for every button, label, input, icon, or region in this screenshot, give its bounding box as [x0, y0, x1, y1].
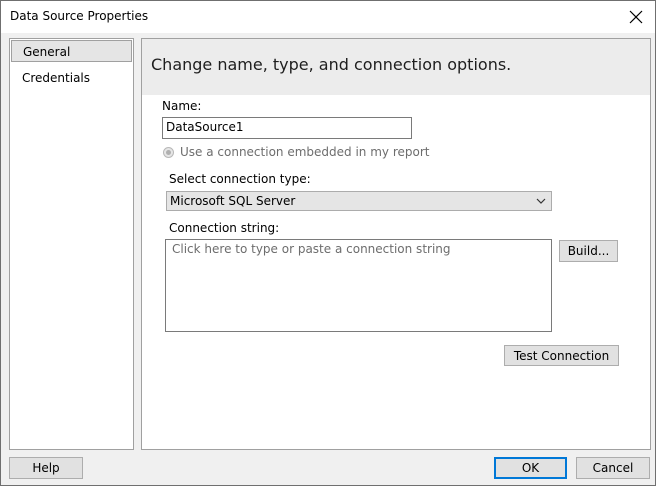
help-button[interactable]: Help: [9, 457, 83, 479]
title-bar: Data Source Properties: [1, 1, 655, 33]
chevron-down-icon: [536, 198, 546, 204]
embedded-connection-label: Use a connection embedded in my report: [180, 145, 430, 159]
panel-header: Change name, type, and connection option…: [142, 39, 650, 95]
name-field[interactable]: DataSource1: [162, 117, 412, 139]
connection-type-select[interactable]: Microsoft SQL Server: [166, 191, 552, 211]
build-button[interactable]: Build...: [559, 240, 618, 262]
sidebar-item-general[interactable]: General: [11, 40, 132, 62]
embedded-connection-radio[interactable]: Use a connection embedded in my report: [163, 145, 429, 159]
general-panel: Change name, type, and connection option…: [141, 38, 651, 450]
radio-icon: [163, 146, 174, 158]
close-icon[interactable]: [625, 6, 647, 28]
sidebar-item-credentials[interactable]: Credentials: [11, 67, 132, 89]
sidebar-nav: General Credentials: [9, 38, 134, 450]
connection-type-value: Microsoft SQL Server: [170, 194, 296, 208]
dialog-window: Data Source Properties General Credentia…: [0, 0, 656, 486]
connection-string-label: Connection string:: [169, 221, 280, 235]
connection-string-input[interactable]: Click here to type or paste a connection…: [165, 239, 552, 332]
ok-button[interactable]: OK: [494, 457, 567, 479]
page-title: Change name, type, and connection option…: [151, 55, 512, 74]
name-label: Name:: [162, 99, 202, 113]
cancel-button[interactable]: Cancel: [576, 457, 650, 479]
dialog-title: Data Source Properties: [10, 9, 149, 23]
test-connection-button[interactable]: Test Connection: [504, 345, 619, 366]
connection-type-label: Select connection type:: [169, 172, 311, 186]
